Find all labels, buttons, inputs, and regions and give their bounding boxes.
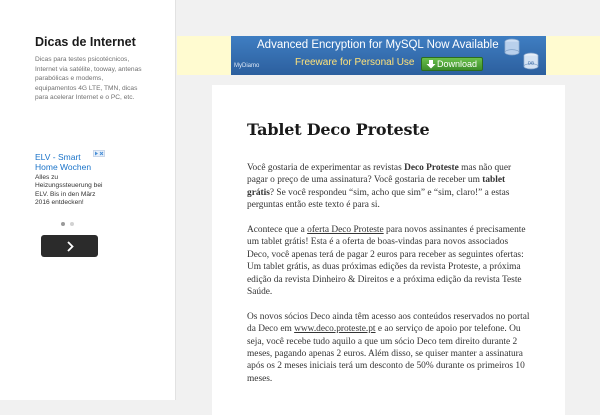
sidebar-ad-title[interactable]: ELV - Smart Home Wochen bbox=[35, 152, 95, 172]
chevron-right-icon bbox=[66, 240, 74, 252]
top-banner: Advanced Encryption for MySQL Now Availa… bbox=[177, 36, 600, 75]
deco-offer-link[interactable]: oferta Deco Proteste bbox=[307, 225, 384, 235]
site-title[interactable]: Dicas de Internet bbox=[35, 35, 136, 49]
paragraph-3: Os novos sócios Deco ainda têm acesso ao… bbox=[247, 311, 530, 384]
download-button[interactable]: Download bbox=[421, 57, 483, 71]
banner-ad[interactable]: Advanced Encryption for MySQL Now Availa… bbox=[231, 36, 546, 75]
download-button-label: Download bbox=[436, 59, 477, 69]
post-title[interactable]: Tablet Deco Proteste bbox=[247, 120, 430, 139]
banner-headline: Advanced Encryption for MySQL Now Availa… bbox=[257, 39, 499, 51]
sidebar-ad-text: Alles zu Heizungssteuerung bei ELV. Bis … bbox=[35, 174, 103, 206]
carousel-dot-active[interactable] bbox=[61, 222, 65, 226]
db-label: DB bbox=[528, 61, 534, 66]
deco-site-link[interactable]: www.deco.proteste.pt bbox=[294, 324, 375, 334]
ad-next-button[interactable] bbox=[41, 235, 98, 257]
paragraph-2: Acontece que a oferta Deco Proteste para… bbox=[247, 225, 526, 298]
ad-carousel-dots bbox=[61, 222, 81, 228]
site-description: Dicas para testes psicotécnicos, Interne… bbox=[35, 56, 142, 101]
sidebar: Dicas de Internet Dicas para testes psic… bbox=[0, 0, 176, 400]
database-icon bbox=[504, 38, 520, 56]
article: Tablet Deco Proteste Você gostaria de ex… bbox=[212, 85, 565, 415]
carousel-dot[interactable] bbox=[70, 222, 74, 226]
paragraph-1: Você gostaria de experimentar as revista… bbox=[247, 163, 512, 211]
database-icon-db: DB bbox=[523, 52, 539, 70]
mydiamo-logo: MyDiamo bbox=[234, 63, 260, 69]
post-content: Você gostaria de experimentar as revista… bbox=[247, 162, 532, 398]
sidebar-ad[interactable]: ELV - Smart Home Wochen Alles zu Heizung… bbox=[35, 150, 107, 218]
banner-subline: Freeware for Personal Use bbox=[295, 57, 415, 68]
download-arrow-icon bbox=[426, 60, 436, 69]
